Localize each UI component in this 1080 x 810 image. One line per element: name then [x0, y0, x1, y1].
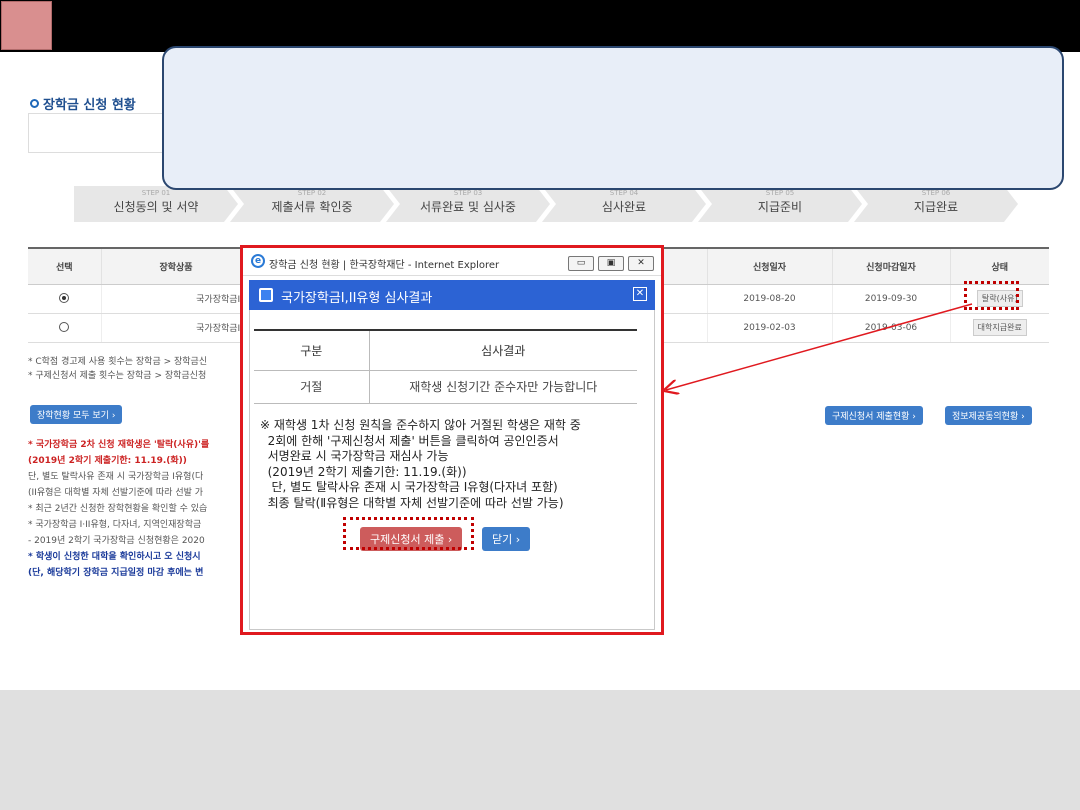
chevron-right-icon: › [111, 411, 116, 421]
step-1: STEP 01 신청동의 및 서약 [74, 186, 238, 222]
row-apply-date: 2019-02-03 [706, 313, 832, 343]
result-table: 구분 심사결과 거절 재학생 신청기간 준수자만 가능합니다 [254, 329, 637, 404]
consent-status-button[interactable]: 정보제공동의현황 › [945, 406, 1032, 425]
close-icon[interactable]: ✕ [633, 287, 647, 301]
row-deadline: 2019-09-30 [831, 284, 950, 314]
step-label: 서류완료 및 심사중 [420, 200, 516, 214]
popup-note: ※ 재학생 1차 신청 원칙을 준수하지 않아 거절된 학생은 재학 중 2회에… [260, 418, 581, 510]
notes-top: * C학점 경고제 사용 횟수는 장학금 > 장학금신 * 구제신청서 제출 횟… [28, 355, 207, 383]
header-product: 장학상품 [100, 247, 251, 285]
step-label: 지급완료 [913, 200, 959, 214]
bottom-band [0, 690, 1080, 810]
step-5: STEP 05 지급준비 [698, 186, 862, 222]
popup-body: 구분 심사결과 거절 재학생 신청기간 준수자만 가능합니다 ※ 재학생 1차 … [249, 310, 655, 630]
step-label: 신청동의 및 서약 [113, 200, 199, 214]
note-line: * C학점 경고제 사용 횟수는 장학금 > 장학금신 [28, 357, 208, 367]
step-label: 심사완료 [601, 200, 647, 214]
step-label: 제출서류 확인중 [271, 200, 353, 214]
appeal-highlight-box [343, 517, 474, 550]
popup-title: 국가장학금I,II유형 심사결과 [281, 291, 433, 306]
note-line: * 학생이 신청한 대학을 확인하시고 오 신청시 [28, 552, 201, 562]
result-text: 재학생 신청기간 준수자만 가능합니다 [368, 370, 637, 404]
note-line: * 구제신청서 제출 횟수는 장학금 > 장학금신청 [28, 371, 207, 381]
result-header-result: 심사결과 [368, 329, 637, 371]
view-all-button[interactable]: 장학현황 모두 보기 › [30, 405, 123, 424]
note-line: - 2019년 2학기 국가장학금 신청현황은 2020 [28, 536, 205, 546]
note-line: * 최근 2년간 신청한 장학현황을 확인할 수 있습 [28, 504, 208, 514]
note-line: (단, 해당학기 장학금 지급일정 마감 후에는 변 [28, 568, 204, 578]
header-deadline: 신청마감일자 [831, 247, 950, 285]
step-4: STEP 04 심사완료 [542, 186, 706, 222]
note-line: (2019년 2학기 제출기한: 11.19.(화)) [28, 456, 187, 466]
note-line: * 국가장학금 2차 신청 재학생은 '탈락(사유)'를 [28, 440, 210, 450]
result-header-category: 구분 [254, 329, 369, 371]
row-product: 국가장학금I유 [100, 313, 251, 343]
result-header-row: 구분 심사결과 [254, 329, 637, 371]
status-highlight-box [964, 281, 1019, 310]
callout-box [162, 46, 1064, 190]
minimize-icon[interactable]: ▭ [568, 256, 594, 271]
result-popup-window: e 장학금 신청 현황 | 한국장학재단 - Internet Explorer… [240, 245, 664, 635]
status-badge-paid: 대학지급완료 [972, 319, 1027, 336]
step-3: STEP 03 서류완료 및 심사중 [386, 186, 550, 222]
appeal-status-label: 구제신청서 제출현황 [832, 412, 910, 422]
slide-corner-block [1, 1, 52, 50]
chevron-right-icon: › [515, 533, 521, 546]
radio-icon[interactable] [59, 322, 70, 333]
appeal-status-button[interactable]: 구제신청서 제출현황 › [825, 406, 923, 425]
view-all-label: 장학현황 모두 보기 [37, 411, 109, 421]
popup-window-icon [259, 288, 273, 302]
consent-status-label: 정보제공동의현황 [952, 412, 1019, 422]
header-apply-date: 신청일자 [706, 247, 832, 285]
circle-bullet-icon [30, 99, 39, 108]
note-line: 단, 별도 탈락사유 존재 시 국가장학금 I유형(다 [28, 472, 204, 482]
popup-header: 국가장학금I,II유형 심사결과 ✕ [249, 280, 655, 310]
ie-icon: e [251, 254, 265, 268]
chevron-right-icon: › [912, 412, 916, 422]
row-select[interactable] [28, 284, 101, 314]
step-label: 지급준비 [757, 200, 803, 214]
progress-steps: STEP 01 신청동의 및 서약 STEP 02 제출서류 확인중 STEP 03… [74, 186, 1010, 222]
table-row: 거절 재학생 신청기간 준수자만 가능합니다 [254, 370, 637, 404]
summary-box [28, 113, 168, 153]
window-close-icon[interactable]: ✕ [628, 256, 654, 271]
page-title: 장학금 신청 현황 [30, 94, 136, 113]
radio-selected-icon[interactable] [59, 293, 70, 304]
result-category: 거절 [254, 370, 369, 404]
note-line: (II유형은 대학별 자체 선발기준에 따라 선발 가 [28, 488, 204, 498]
note-line: * 국가장학금 I·II유형, 다자녀, 지역인재장학금 [28, 520, 202, 530]
chevron-right-icon: › [1021, 412, 1025, 422]
header-select: 선택 [28, 247, 101, 285]
row-apply-date: 2019-08-20 [706, 284, 832, 314]
row-select[interactable] [28, 313, 101, 343]
maximize-icon[interactable]: ▣ [598, 256, 624, 271]
ie-titlebar: e 장학금 신청 현황 | 한국장학재단 - Internet Explorer… [243, 248, 661, 276]
close-button[interactable]: 닫기 › [482, 527, 531, 551]
notes-bottom: * 국가장학금 2차 신청 재학생은 '탈락(사유)'를 (2019년 2학기 … [28, 437, 244, 581]
page-title-text: 장학금 신청 현황 [43, 98, 136, 113]
close-label: 닫기 [492, 533, 513, 546]
header-status: 상태 [949, 247, 1049, 285]
row-product: 국가장학금I유 [100, 284, 251, 314]
row-status: 대학지급완료 [949, 313, 1049, 343]
row-deadline: 2019-03-06 [831, 313, 950, 343]
top-bar [0, 0, 1080, 52]
step-6: STEP 06 지급완료 [854, 186, 1018, 222]
window-title: 장학금 신청 현황 | 한국장학재단 - Internet Explorer [269, 260, 500, 271]
step-2: STEP 02 제출서류 확인중 [230, 186, 394, 222]
